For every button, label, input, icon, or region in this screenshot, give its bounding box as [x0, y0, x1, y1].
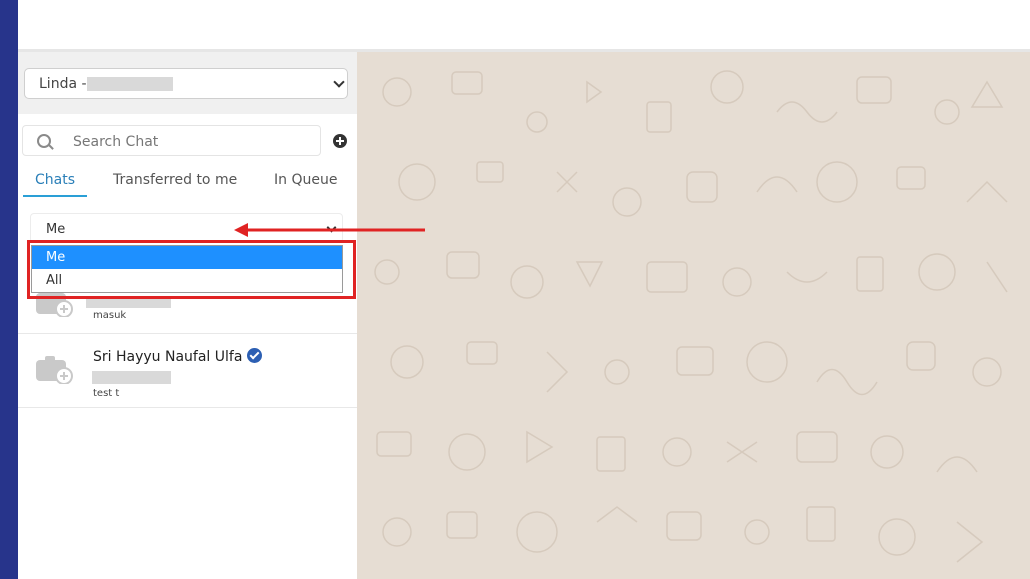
- left-nav-rail: [0, 0, 18, 579]
- add-chat-button[interactable]: [333, 134, 347, 148]
- redacted-contact-info: [92, 371, 171, 384]
- agent-name: Linda -: [39, 76, 87, 92]
- top-bar: [18, 0, 1030, 49]
- redacted-agent-name: [87, 77, 173, 91]
- search-bar: [22, 125, 321, 156]
- verified-badge-icon: [247, 348, 263, 363]
- agent-selector-area: Linda -: [18, 52, 357, 114]
- camera-add-icon: [36, 356, 73, 384]
- chat-last-message: test t: [93, 388, 120, 399]
- search-icon: [37, 134, 51, 148]
- search-input[interactable]: [71, 130, 305, 154]
- chevron-down-icon: [333, 76, 345, 88]
- doodle-pattern: [374, 70, 1008, 563]
- chat-list-item[interactable]: Sri Hayyu Naufal Ulfa test t: [18, 334, 357, 408]
- chat-sidebar: Linda - Chats Transferred to me In Queue…: [18, 52, 357, 579]
- tab-transferred-to-me[interactable]: Transferred to me: [113, 172, 237, 188]
- chat-last-message: masuk: [93, 310, 127, 321]
- tab-in-queue[interactable]: In Queue: [274, 172, 337, 188]
- annotation-highlight-box: [27, 240, 356, 299]
- filter-selected-value: Me: [46, 222, 66, 237]
- active-tab-indicator: [23, 195, 87, 197]
- chat-background-pattern: [357, 52, 1030, 579]
- annotation-arrow: [234, 223, 425, 237]
- contact-name-text: Sri Hayyu Naufal Ulfa: [93, 349, 243, 365]
- agent-select[interactable]: Linda -: [24, 68, 348, 99]
- tab-chats[interactable]: Chats: [35, 172, 75, 188]
- chat-contact-name: Sri Hayyu Naufal Ulfa: [93, 348, 263, 365]
